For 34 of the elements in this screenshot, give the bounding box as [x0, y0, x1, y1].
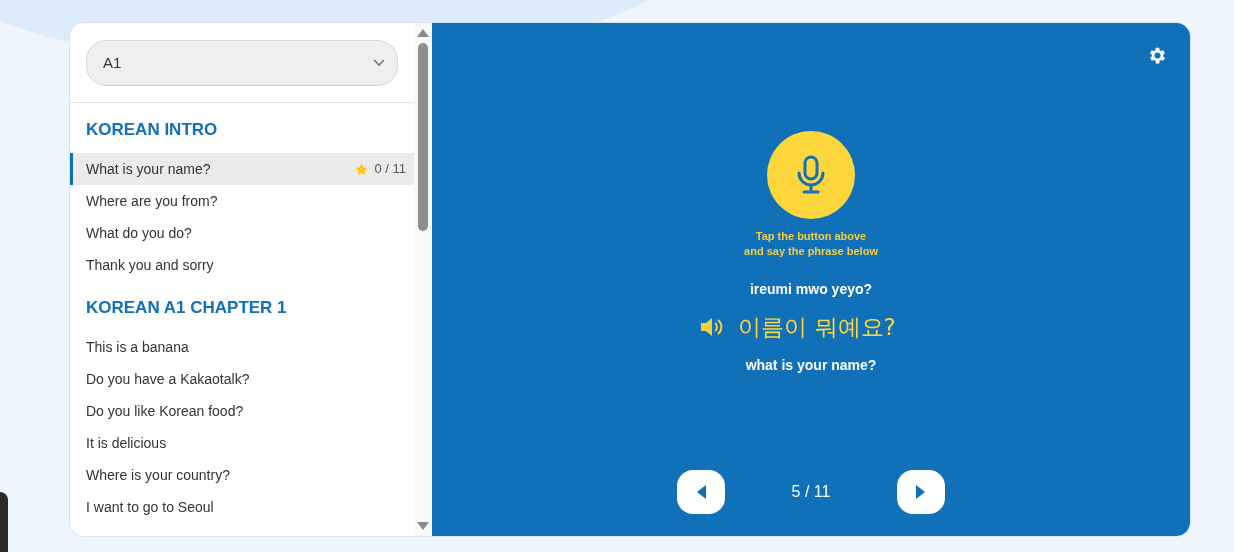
lesson-item[interactable]: It is delicious [70, 427, 414, 459]
lesson-item[interactable]: What do you do? [70, 217, 414, 249]
section-heading: KOREAN INTRO [85, 119, 219, 141]
lesson-item[interactable]: Where are you from? [70, 185, 414, 217]
scroll-up-icon[interactable] [417, 29, 429, 37]
section-heading: KOREAN A1 CHAPTER 1 [85, 297, 288, 319]
microphone-icon [796, 155, 826, 195]
side-panel [0, 492, 8, 552]
star-icon [355, 162, 369, 176]
korean-phrase: 이름이 뭐예요? [738, 313, 896, 342]
chevron-down-icon [373, 59, 385, 67]
lesson-item[interactable]: Where is your country? [70, 459, 414, 491]
translation-text: what is your name? [745, 355, 877, 375]
lesson-progress: 0 / 11 [374, 160, 406, 179]
lesson-item[interactable]: I want to go to Seoul [70, 491, 414, 523]
instruction-text: and say the phrase below [744, 244, 878, 259]
scroll-down-icon[interactable] [417, 522, 429, 530]
lesson-item[interactable]: Do you like Korean food? [70, 395, 414, 427]
scrollbar[interactable] [414, 23, 432, 536]
lesson-item[interactable]: This is a banana [70, 331, 414, 363]
speaker-icon[interactable] [700, 317, 725, 338]
romanization-text: ireumi mwo yeyo? [749, 280, 873, 299]
level-select[interactable]: A1 [86, 40, 398, 86]
lesson-item[interactable]: What is your name? 0 / 11 [70, 153, 414, 185]
lesson-item[interactable]: Do you have a Kakaotalk? [70, 363, 414, 395]
lesson-item[interactable]: Thank you and sorry [70, 249, 414, 281]
right-triangle-icon [916, 485, 926, 499]
page-counter: 5 / 11 [790, 482, 832, 502]
previous-button[interactable] [677, 470, 725, 514]
instruction-text: Tap the button above [755, 229, 867, 244]
scrollbar-thumb[interactable] [418, 43, 428, 231]
settings-icon[interactable] [1147, 45, 1168, 66]
left-triangle-icon [696, 485, 706, 499]
next-button[interactable] [897, 470, 945, 514]
